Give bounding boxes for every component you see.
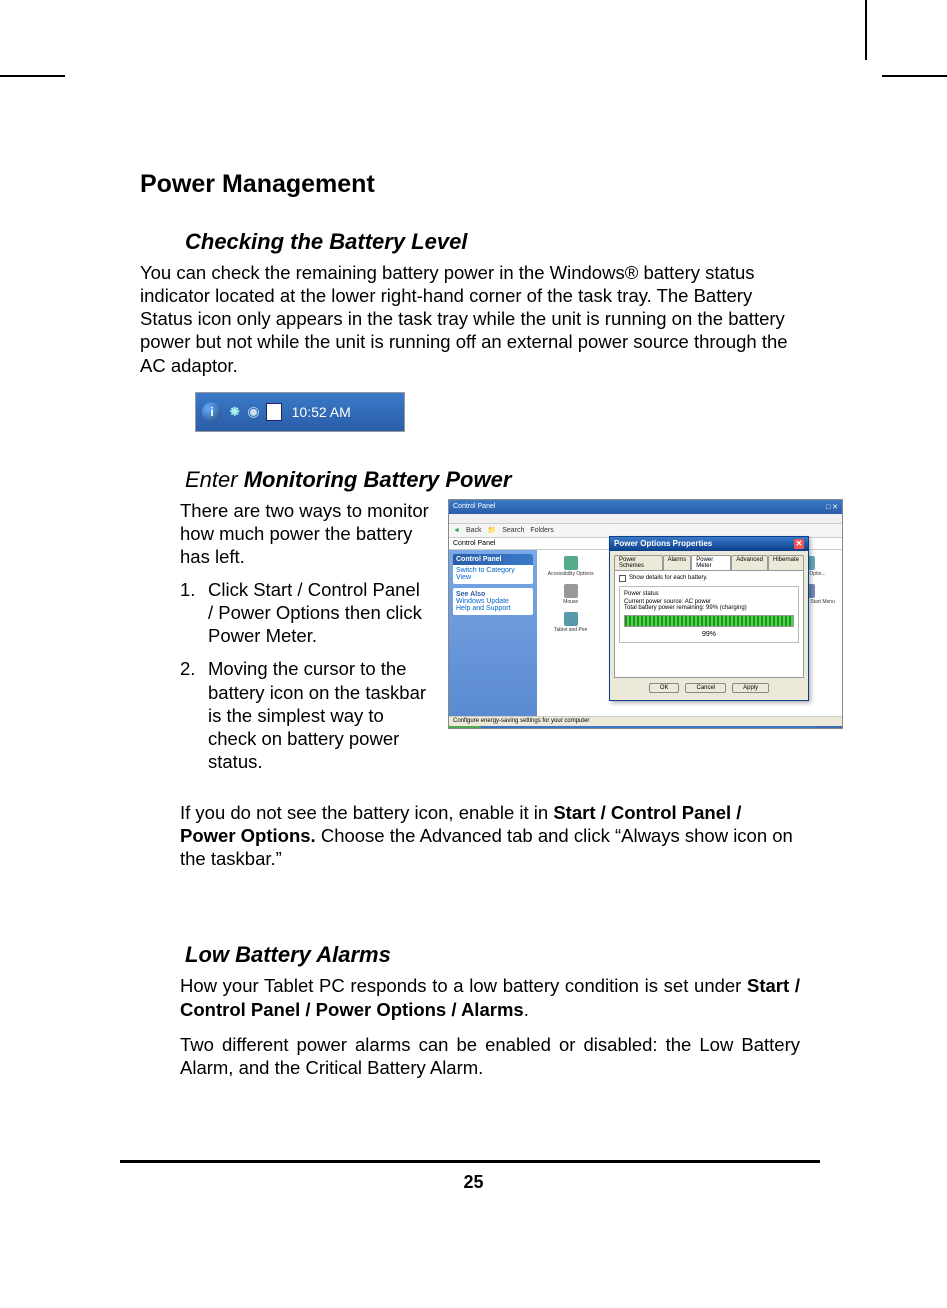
info-icon: i	[202, 402, 222, 422]
status-line: Total battery power remaining: 99% (char…	[624, 605, 794, 611]
footer-rule	[120, 1160, 820, 1163]
paragraph: There are two ways to monitor how much p…	[180, 499, 430, 568]
folders-label: Folders	[530, 527, 553, 534]
battery-icon	[266, 403, 282, 421]
dialog-titlebar: Power Options Properties ✕	[610, 537, 808, 551]
wifi-icon: ◉	[247, 403, 259, 420]
window-title: Control Panel	[453, 503, 495, 510]
menubar	[449, 514, 842, 524]
tray-clock: 10:52 AM	[292, 404, 351, 420]
legend: Power status	[624, 591, 794, 597]
taskbar: start Control Panel ◆◆◆◆◆	[449, 726, 842, 729]
text: How your Tablet PC responds to a low bat…	[180, 975, 747, 996]
crop-mark	[0, 75, 65, 77]
sidebar-header: Control Panel	[453, 554, 533, 565]
tab: Hibernate	[768, 555, 804, 570]
cancel-button: Cancel	[685, 683, 726, 693]
paragraph: If you do not see the battery icon, enab…	[180, 801, 800, 870]
paragraph: How your Tablet PC responds to a low bat…	[180, 974, 800, 1020]
search-label: Search	[502, 527, 524, 534]
back-label: Back	[466, 527, 482, 534]
up-icon: 📁	[488, 526, 497, 534]
dialog-title: Power Options Properties	[614, 539, 712, 548]
close-icon: ✕	[794, 539, 804, 549]
dialog-buttons: OK Cancel Apply	[610, 678, 808, 698]
percent-label: 99%	[624, 631, 794, 638]
heading-power-management: Power Management	[140, 170, 800, 199]
window-controls: □ ✕	[826, 503, 838, 511]
back-icon: ◄	[453, 527, 460, 534]
bluetooth-icon: ⁕	[228, 402, 241, 422]
spacer	[140, 882, 800, 942]
checkbox-row: Show details for each battery.	[619, 575, 799, 582]
paragraph: Two different power alarms can be enable…	[180, 1033, 800, 1079]
heading-prefix: Enter	[185, 467, 244, 492]
ok-button: OK	[649, 683, 680, 693]
checkbox	[619, 575, 626, 582]
checkbox-label: Show details for each battery.	[629, 575, 708, 581]
step-item: Click Start / Control Panel / Power Opti…	[180, 578, 430, 647]
heading-monitoring-battery: Enter Monitoring Battery Power	[185, 467, 800, 493]
cp-icon: Tablet and Pen	[543, 612, 598, 636]
systray: ◆◆◆◆◆	[815, 726, 842, 729]
sidebar-link: Switch to Category View	[456, 567, 530, 581]
heading-low-battery-alarms: Low Battery Alarms	[185, 942, 800, 968]
tab-content: Show details for each battery. Power sta…	[614, 570, 804, 678]
paragraph: You can check the remaining battery powe…	[140, 261, 800, 377]
address-text: Control Panel	[453, 540, 495, 547]
cp-icon: Mouse	[543, 584, 598, 608]
tab: Alarms	[663, 555, 692, 570]
two-column-section: There are two ways to monitor how much p…	[180, 499, 800, 783]
heading-bold: Monitoring Battery Power	[244, 467, 512, 492]
crop-mark	[882, 75, 947, 77]
window-titlebar: Control Panel □ ✕	[449, 500, 842, 514]
power-status-fieldset: Power status Current power source: AC po…	[619, 586, 799, 643]
start-button: start	[449, 726, 482, 729]
power-bar	[624, 615, 794, 627]
apply-button: Apply	[732, 683, 769, 693]
left-column: There are two ways to monitor how much p…	[180, 499, 430, 783]
sidebar-link: Windows Update	[456, 598, 530, 605]
power-options-dialog: Power Options Properties ✕ Power Schemes…	[609, 536, 809, 701]
heading-checking-battery: Checking the Battery Level	[185, 229, 800, 255]
system-tray-image: i ⁕ ◉ 10:52 AM	[195, 392, 405, 432]
tab-active: Power Meter	[691, 555, 731, 570]
sidebar-link: Help and Support	[456, 605, 530, 612]
text: .	[524, 999, 529, 1020]
sidebar-panel: Control Panel Switch to Category View	[453, 554, 533, 584]
tab: Advanced	[731, 555, 768, 570]
dialog-tabs: Power Schemes Alarms Power Meter Advance…	[610, 551, 808, 570]
control-panel-screenshot: Control Panel □ ✕ ◄ Back 📁 Search Folder…	[448, 499, 843, 729]
page-content: Power Management Checking the Battery Le…	[140, 170, 800, 1091]
statusbar: Configure energy-saving settings for you…	[449, 716, 842, 726]
right-column: Control Panel □ ✕ ◄ Back 📁 Search Folder…	[448, 499, 843, 783]
numbered-steps: Click Start / Control Panel / Power Opti…	[180, 578, 430, 773]
sidebar-header: See Also	[456, 591, 530, 598]
text: If you do not see the battery icon, enab…	[180, 802, 553, 823]
crop-mark	[865, 0, 867, 60]
cp-icon: Accessibility Options	[543, 556, 598, 580]
sidebar: Control Panel Switch to Category View Se…	[449, 550, 537, 716]
tab: Power Schemes	[614, 555, 663, 570]
step-item: Moving the cursor to the battery icon on…	[180, 657, 430, 773]
sidebar-panel: See Also Windows Update Help and Support	[453, 588, 533, 615]
page-number: 25	[0, 1172, 947, 1193]
